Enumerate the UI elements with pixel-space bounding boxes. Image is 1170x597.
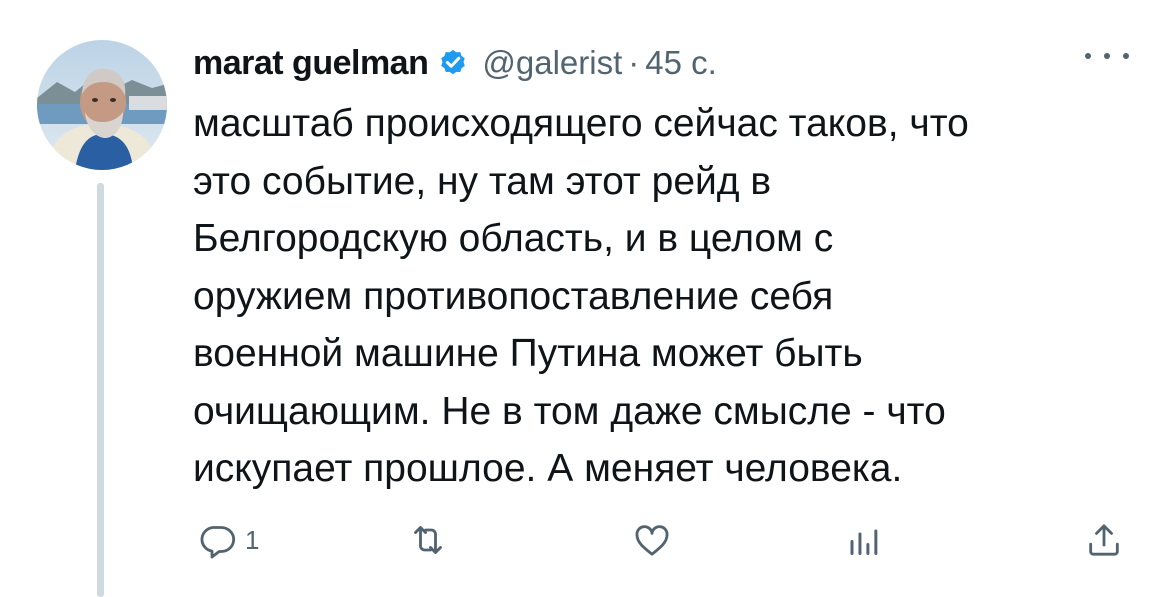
reply-count: 1 — [245, 524, 260, 555]
reply-icon — [197, 520, 237, 560]
tweet: marat guelman @galerist · 45 с. масштаб … — [0, 0, 1170, 597]
reply-button[interactable]: 1 — [197, 515, 259, 565]
verified-badge-icon — [438, 48, 468, 78]
views-button[interactable] — [846, 515, 890, 565]
retweet-button[interactable] — [407, 515, 457, 565]
author-name[interactable]: marat guelman — [193, 44, 429, 83]
tweet-header: marat guelman @galerist · 45 с. — [193, 38, 717, 88]
timestamp[interactable]: 45 с. — [645, 44, 717, 82]
action-bar: 1 — [193, 515, 1133, 565]
share-button[interactable] — [1084, 515, 1124, 565]
author-handle[interactable]: @galerist — [482, 44, 622, 82]
share-icon — [1084, 520, 1124, 560]
tweet-text: масштаб происходящего сейчас таков, что … — [193, 102, 969, 490]
avatar[interactable] — [37, 40, 167, 170]
retweet-icon — [407, 520, 449, 560]
heart-icon — [631, 520, 673, 560]
separator-dot: · — [628, 44, 640, 81]
like-button[interactable] — [631, 515, 681, 565]
thread-line — [97, 183, 104, 597]
more-options-icon[interactable] — [1085, 44, 1129, 68]
views-icon — [846, 520, 882, 560]
